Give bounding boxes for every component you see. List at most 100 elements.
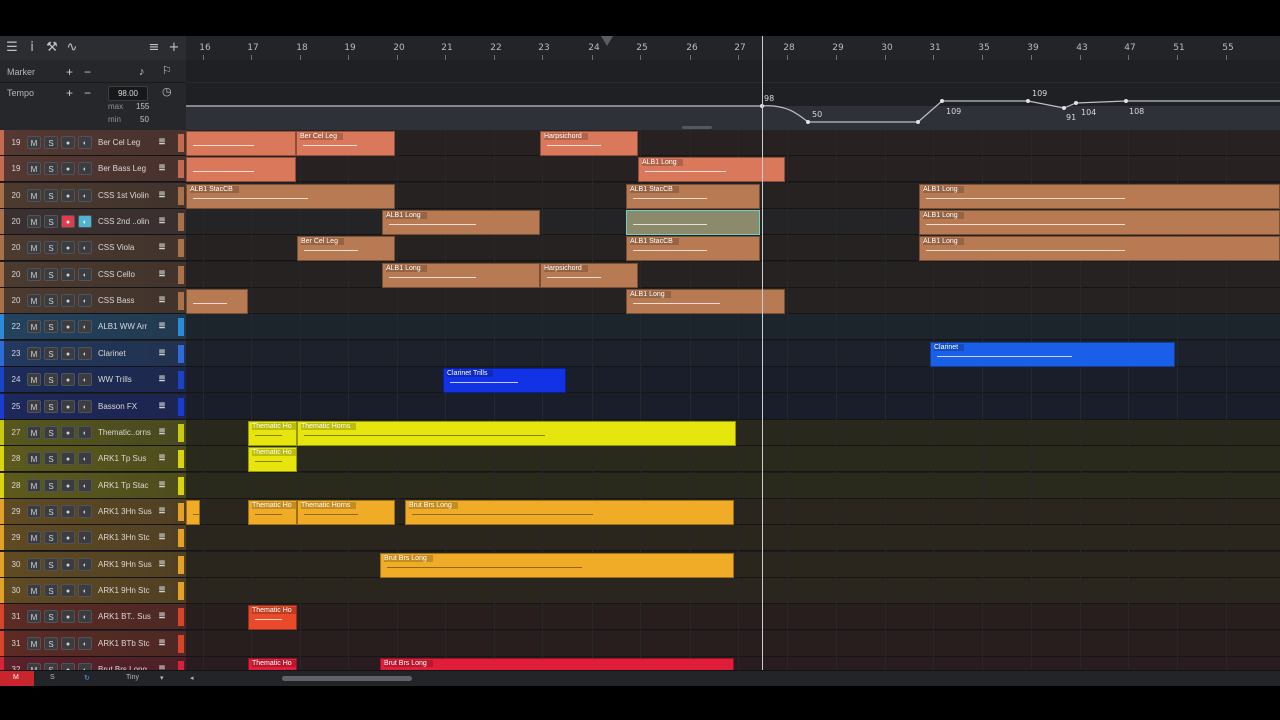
track-header[interactable]: 24 M S ● ◐ WW Trills 𝄜 — [0, 367, 186, 393]
solo-button[interactable]: S — [44, 610, 58, 623]
record-arm-button[interactable]: ● — [61, 136, 75, 149]
solo-button[interactable]: S — [44, 400, 58, 413]
track-name[interactable]: CSS Cello — [98, 270, 156, 279]
mute-button[interactable]: M — [27, 373, 41, 386]
instrument-icon[interactable]: 𝄜 — [159, 533, 165, 543]
track-lane[interactable] — [186, 446, 1280, 472]
monitor-button[interactable]: ◐ — [78, 558, 92, 571]
clip[interactable]: ALB1 Long — [382, 210, 540, 235]
track-header[interactable]: 19 M S ● ◐ Ber Bass Leg 𝄜 — [0, 156, 186, 182]
track-lane[interactable] — [186, 367, 1280, 393]
monitor-button[interactable]: ◐ — [78, 373, 92, 386]
mute-button[interactable]: M — [27, 320, 41, 333]
track-header[interactable]: 28 M S ● ◐ ARK1 Tp Stac 𝄜 — [0, 473, 186, 499]
track-header[interactable]: 23 M S ● ◐ Clarinet 𝄜 — [0, 341, 186, 367]
track-name[interactable]: ARK1 BTb Stc — [98, 639, 156, 648]
track-header[interactable]: 29 M S ● ◐ ARK1 3Hn Sus 𝄜 — [0, 499, 186, 525]
monitor-button[interactable]: ◐ — [78, 400, 92, 413]
record-arm-button[interactable]: ● — [61, 610, 75, 623]
track-lane[interactable] — [186, 394, 1280, 420]
clip[interactable]: Brut Brs Long — [380, 553, 734, 578]
solo-button[interactable]: S — [44, 558, 58, 571]
playback-cursor[interactable] — [762, 36, 763, 686]
timeline-ruler[interactable]: 16 17 18 19 20 21 22 23 24 25 26 27 28 29 30 31 35 39 43 47… — [186, 36, 1280, 61]
monitor-button[interactable]: ◐ — [78, 215, 92, 228]
track-header[interactable]: 29 M S ● ◐ ARK1 3Hn Stc 𝄜 — [0, 525, 186, 551]
record-arm-button[interactable]: ● — [61, 189, 75, 202]
solo-button[interactable]: S — [44, 637, 58, 650]
remove-marker-button[interactable]: − — [84, 66, 91, 78]
record-arm-button[interactable]: ● — [61, 215, 75, 228]
horizontal-scrollbar[interactable] — [282, 676, 412, 681]
monitor-button[interactable]: ◐ — [78, 347, 92, 360]
track-lane[interactable] — [186, 578, 1280, 604]
clip[interactable]: Clarinet Trills — [443, 368, 566, 393]
monitor-button[interactable]: ◐ — [78, 136, 92, 149]
tempo-curve[interactable] — [186, 60, 1280, 130]
track-header[interactable]: 30 M S ● ◐ ARK1 9Hn Stc 𝄜 — [0, 578, 186, 604]
clip[interactable]: ALB1 Long — [919, 210, 1280, 235]
track-lane[interactable] — [186, 631, 1280, 657]
automation-icon[interactable]: ∿ — [64, 40, 80, 56]
monitor-button[interactable]: ◐ — [78, 479, 92, 492]
track-name[interactable]: ARK1 Tp Sus — [98, 454, 156, 463]
track-header[interactable]: 20 M S ● ◐ CSS 1st Violin 𝄜 — [0, 183, 186, 209]
solo-button[interactable]: S — [44, 189, 58, 202]
add-marker-button[interactable]: + — [66, 66, 73, 78]
monitor-button[interactable]: ◐ — [78, 452, 92, 465]
monitor-button[interactable]: ◐ — [78, 584, 92, 597]
instrument-icon[interactable]: 𝄜 — [159, 375, 165, 385]
clip[interactable]: ALB1 StacCB — [626, 236, 760, 261]
clip[interactable] — [186, 131, 296, 156]
track-name[interactable]: ARK1 BT.. Sus — [98, 612, 156, 621]
record-arm-button[interactable]: ● — [61, 373, 75, 386]
instrument-icon[interactable]: 𝄜 — [159, 586, 165, 596]
solo-button[interactable]: S — [44, 136, 58, 149]
record-arm-button[interactable]: ● — [61, 162, 75, 175]
mute-button[interactable]: M — [27, 268, 41, 281]
remove-tempo-button[interactable]: − — [84, 87, 91, 99]
solo-button[interactable]: S — [44, 452, 58, 465]
track-name[interactable]: CSS Bass — [98, 296, 156, 305]
clip[interactable]: Brut Brs Long — [380, 658, 734, 670]
monitor-button[interactable]: ◐ — [78, 241, 92, 254]
record-arm-button[interactable]: ● — [61, 584, 75, 597]
track-lane[interactable] — [186, 262, 1280, 288]
track-header[interactable]: 22 M S ● ◐ ALB1 WW Arr 𝄜 — [0, 314, 186, 340]
track-header[interactable]: 31 M S ● ◐ ARK1 BT.. Sus 𝄜 — [0, 604, 186, 630]
instrument-icon[interactable]: 𝄜 — [159, 217, 165, 227]
solo-button[interactable]: S — [44, 531, 58, 544]
track-header[interactable]: 20 M S ● ◐ CSS Viola 𝄜 — [0, 235, 186, 261]
record-arm-button[interactable]: ● — [61, 558, 75, 571]
instrument-icon[interactable]: 𝄜 — [159, 560, 165, 570]
track-header[interactable]: 28 M S ● ◐ ARK1 Tp Sus 𝄜 — [0, 446, 186, 472]
clip[interactable] — [186, 289, 248, 314]
track-name[interactable]: CSS 1st Violin — [98, 191, 156, 200]
track-name[interactable]: ALB1 WW Arr — [98, 322, 156, 331]
track-name[interactable]: ARK1 Tp Stac — [98, 481, 156, 490]
add-tempo-button[interactable]: + — [66, 87, 73, 99]
clip[interactable]: ALB1 StacCB — [626, 184, 760, 209]
track-name[interactable]: Ber Bass Leg — [98, 164, 156, 173]
solo-button[interactable]: S — [44, 347, 58, 360]
solo-button[interactable]: S — [44, 373, 58, 386]
instrument-icon[interactable]: 𝄜 — [159, 138, 165, 148]
mute-button[interactable]: M — [27, 189, 41, 202]
mute-button[interactable]: M — [27, 215, 41, 228]
monitor-button[interactable]: ◐ — [78, 426, 92, 439]
track-header[interactable]: 31 M S ● ◐ ARK1 BTb Stc 𝄜 — [0, 631, 186, 657]
monitor-button[interactable]: ◐ — [78, 268, 92, 281]
instrument-icon[interactable]: 𝄜 — [159, 402, 165, 412]
record-arm-button[interactable]: ● — [61, 452, 75, 465]
clip[interactable]: Thematic Horns — [297, 500, 395, 525]
mute-button[interactable]: M — [27, 584, 41, 597]
solo-all-button[interactable]: S — [50, 674, 55, 681]
monitor-button[interactable]: ◐ — [78, 610, 92, 623]
mute-button[interactable]: M — [27, 558, 41, 571]
record-arm-button[interactable]: ● — [61, 268, 75, 281]
monitor-button[interactable]: ◐ — [78, 637, 92, 650]
track-header[interactable]: 20 M S ● ◐ CSS Bass 𝄜 — [0, 288, 186, 314]
monitor-button[interactable]: ◐ — [78, 189, 92, 202]
mute-button[interactable]: M — [27, 531, 41, 544]
clip[interactable]: Ber Cel Leg — [297, 236, 395, 261]
